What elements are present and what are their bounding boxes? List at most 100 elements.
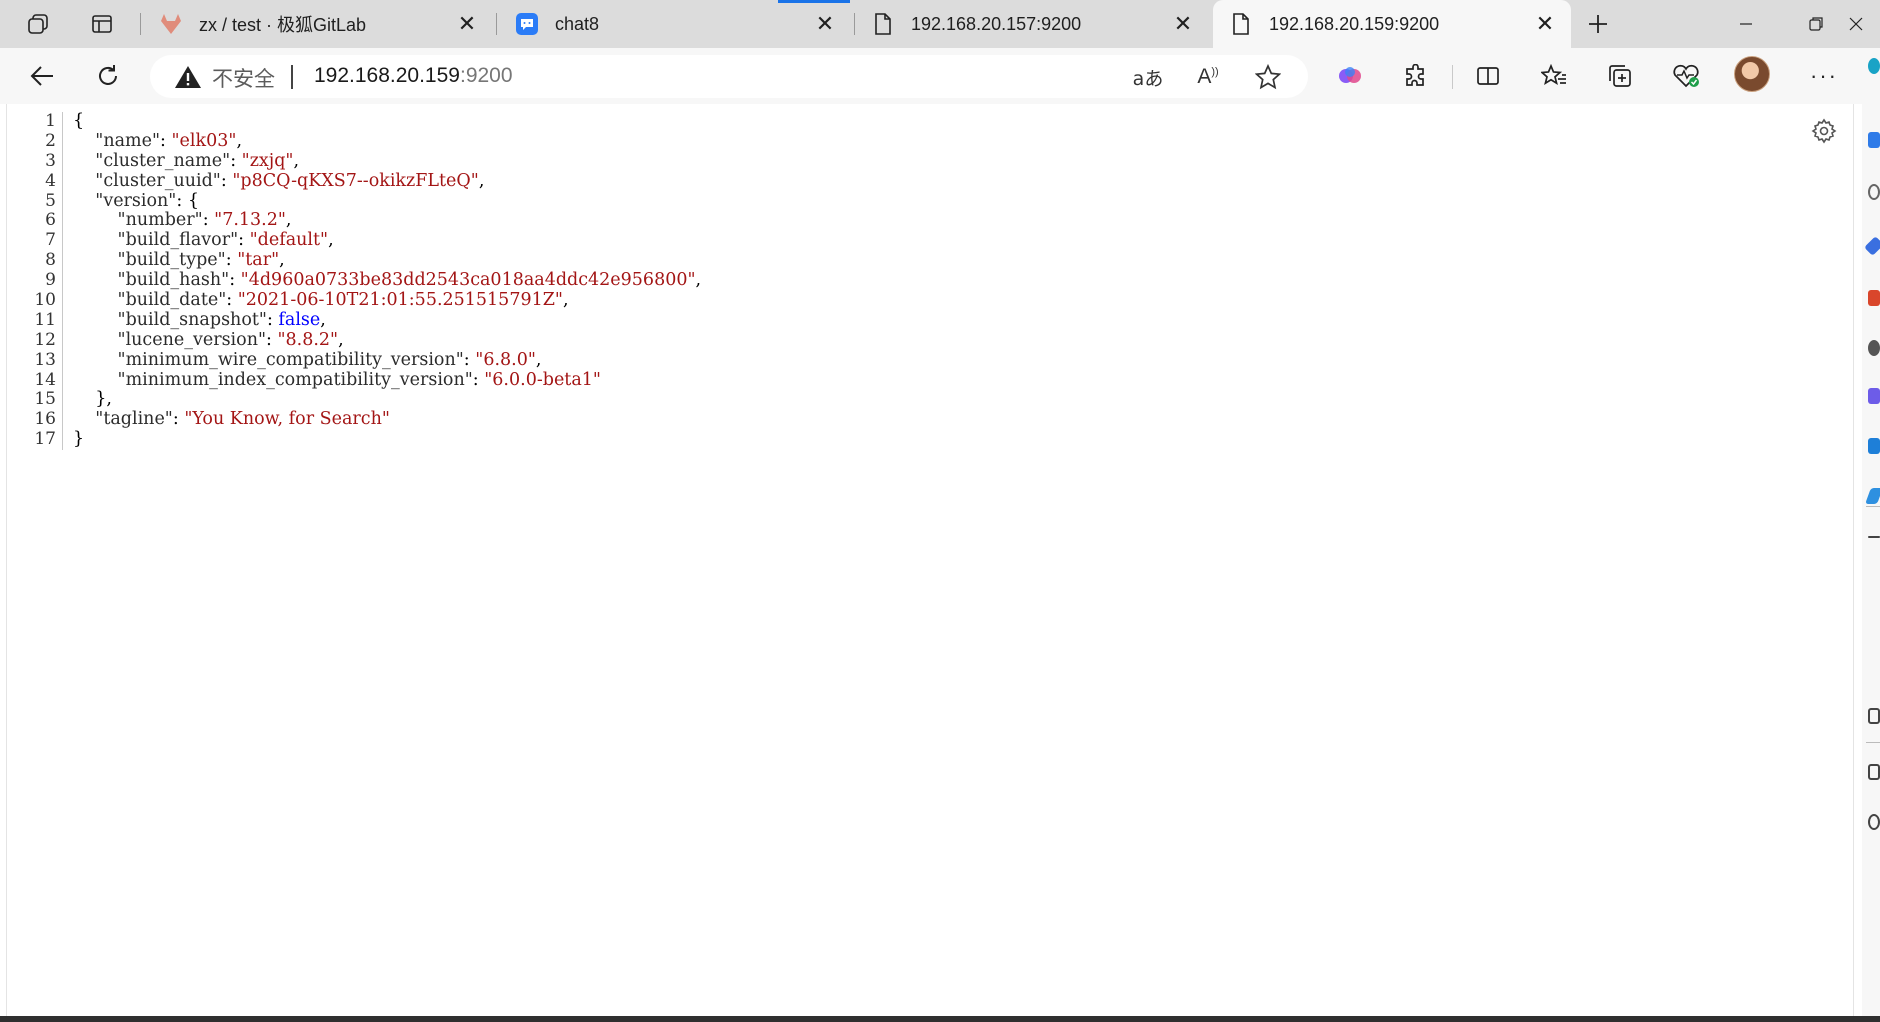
code-line: 5 "version": { [7,191,701,212]
more-button[interactable]: ··· [1802,56,1846,96]
json-punctuation: , [562,290,569,311]
extensions-button[interactable] [1394,56,1438,96]
gear-icon [1811,118,1837,144]
collections-button[interactable] [1598,56,1642,96]
tab-chat8[interactable]: chat8 ✕ [497,0,851,48]
json-punctuation: : [266,309,279,330]
sidebar-app-icon[interactable] [1868,132,1880,148]
copilot-sidebar-icon[interactable] [1868,58,1880,74]
json-punctuation: : [226,290,238,311]
page-icon [1233,13,1249,35]
json-key: "cluster_uuid" [95,170,221,191]
code-line: 7 "build_flavor": "default", [7,230,701,252]
favorites-button[interactable] [1532,56,1576,96]
favorite-button[interactable] [1250,59,1286,95]
line-content: "cluster_uuid": "p8CQ-qKXS7--okikzFLteQ"… [63,170,484,192]
plus-icon [1589,15,1607,33]
minimize-button[interactable] [1714,0,1778,48]
sidebar-app-icon[interactable] [1868,438,1880,454]
json-string: "You Know, for Search" [184,409,390,430]
url-host: 192.168.20.159 [314,64,460,87]
translate-icon: aあ [1132,67,1164,90]
json-string: "zxjq" [241,150,294,171]
sidebar-app-icon[interactable] [1868,708,1880,724]
sidebar-app-icon[interactable] [1868,290,1880,306]
search-icon[interactable] [1868,184,1880,200]
line-number: 9 [7,270,63,292]
close-icon[interactable]: ✕ [813,11,837,36]
json-key: "name" [95,130,161,151]
back-button[interactable] [20,56,64,96]
new-tab-button[interactable] [1576,6,1620,42]
tab-157[interactable]: 192.168.20.157:9200 ✕ [855,0,1209,48]
split-screen-button[interactable] [1466,56,1510,96]
translate-button[interactable]: aあ [1130,59,1166,95]
line-content: "build_snapshot": false, [63,309,326,331]
json-key: "lucene_version" [117,329,267,350]
json-key: "cluster_name" [95,150,231,171]
read-aloud-icon: A)) [1197,65,1219,88]
copilot-button[interactable] [1328,56,1372,96]
code-line: 16 "tagline": "You Know, for Search" [7,409,701,431]
profile-button[interactable] [1730,54,1774,94]
window-close-button[interactable] [1848,0,1880,48]
code-line: 15 }, [7,390,701,411]
line-number: 10 [7,290,63,311]
json-string: "2021-06-10T21:01:55.251515791Z" [237,290,563,311]
tab-title: chat8 [555,13,600,34]
code-line: 4 "cluster_uuid": "p8CQ-qKXS7--okikzFLte… [7,170,701,192]
sidebar-app-icon[interactable] [1868,388,1880,404]
sidebar-app-icon[interactable] [1864,236,1880,256]
tab-strip: zx / test · 极狐GitLab ✕ chat8 ✕ 192.168.2… [0,0,1880,48]
line-content: { [63,111,84,132]
json-punctuation [73,131,95,151]
json-punctuation [73,151,95,171]
json-key: "minimum_wire_compatibility_version" [117,349,464,370]
sidebar-app-icon[interactable] [1868,536,1880,538]
json-punctuation: : [160,130,172,151]
line-content: "minimum_index_compatibility_version": "… [63,369,601,391]
warning-icon[interactable] [174,65,202,89]
close-icon[interactable]: ✕ [1171,11,1195,36]
restore-button[interactable] [1784,0,1848,48]
settings-button[interactable] [1809,116,1839,146]
line-number: 5 [7,191,63,212]
gear-icon[interactable] [1868,814,1880,830]
json-punctuation: , [338,329,344,350]
address-bar[interactable]: 不安全 192.168.20.159:9200 aあ A)) [150,55,1308,98]
line-content: "cluster_name": "zxjq", [63,150,299,172]
json-string: "6.0.0-beta1" [484,369,601,390]
more-icon: ··· [1810,63,1838,88]
line-content: "tagline": "You Know, for Search" [63,409,390,430]
security-label[interactable]: 不安全 [212,63,275,93]
url-port: :9200 [459,64,513,87]
vertical-tabs-button[interactable] [80,6,124,42]
close-icon[interactable]: ✕ [455,11,479,36]
sidebar-app-icon[interactable] [1868,340,1880,356]
json-string: "6.8.0" [475,349,536,370]
sidebar-app-icon[interactable] [1865,488,1880,504]
code-line: 17} [7,429,701,451]
code-line: 13 "minimum_wire_compatibility_version":… [7,349,701,371]
workspaces-button[interactable] [16,6,60,42]
json-punctuation [73,191,95,211]
code-line: 9 "build_hash": "4d960a0733be83dd2543ca0… [7,270,701,292]
close-icon[interactable]: ✕ [1533,11,1557,36]
tab-159-active[interactable]: 192.168.20.159:9200 ✕ [1213,0,1571,48]
line-content: "lucene_version": "8.8.2", [63,329,344,351]
json-punctuation [73,290,118,310]
json-punctuation [73,270,118,290]
line-content: } [63,429,84,450]
json-punctuation: : [172,409,185,430]
page-content: 1{2 "name": "elk03", 3 "cluster_name": "z… [6,104,1854,1016]
json-punctuation [73,370,118,390]
url-text[interactable]: 192.168.20.159:9200 [314,64,513,88]
refresh-button[interactable] [86,56,130,96]
line-content: }, [63,390,112,410]
line-content: "version": { [63,191,199,212]
read-aloud-button[interactable]: A)) [1190,59,1226,95]
sidebar-app-icon[interactable] [1868,764,1880,780]
browser-essentials-button[interactable] [1664,56,1708,96]
navigation-toolbar: 不安全 192.168.20.159:9200 aあ A)) ··· [0,48,1880,104]
tab-gitlab[interactable]: zx / test · 极狐GitLab ✕ [141,0,493,48]
